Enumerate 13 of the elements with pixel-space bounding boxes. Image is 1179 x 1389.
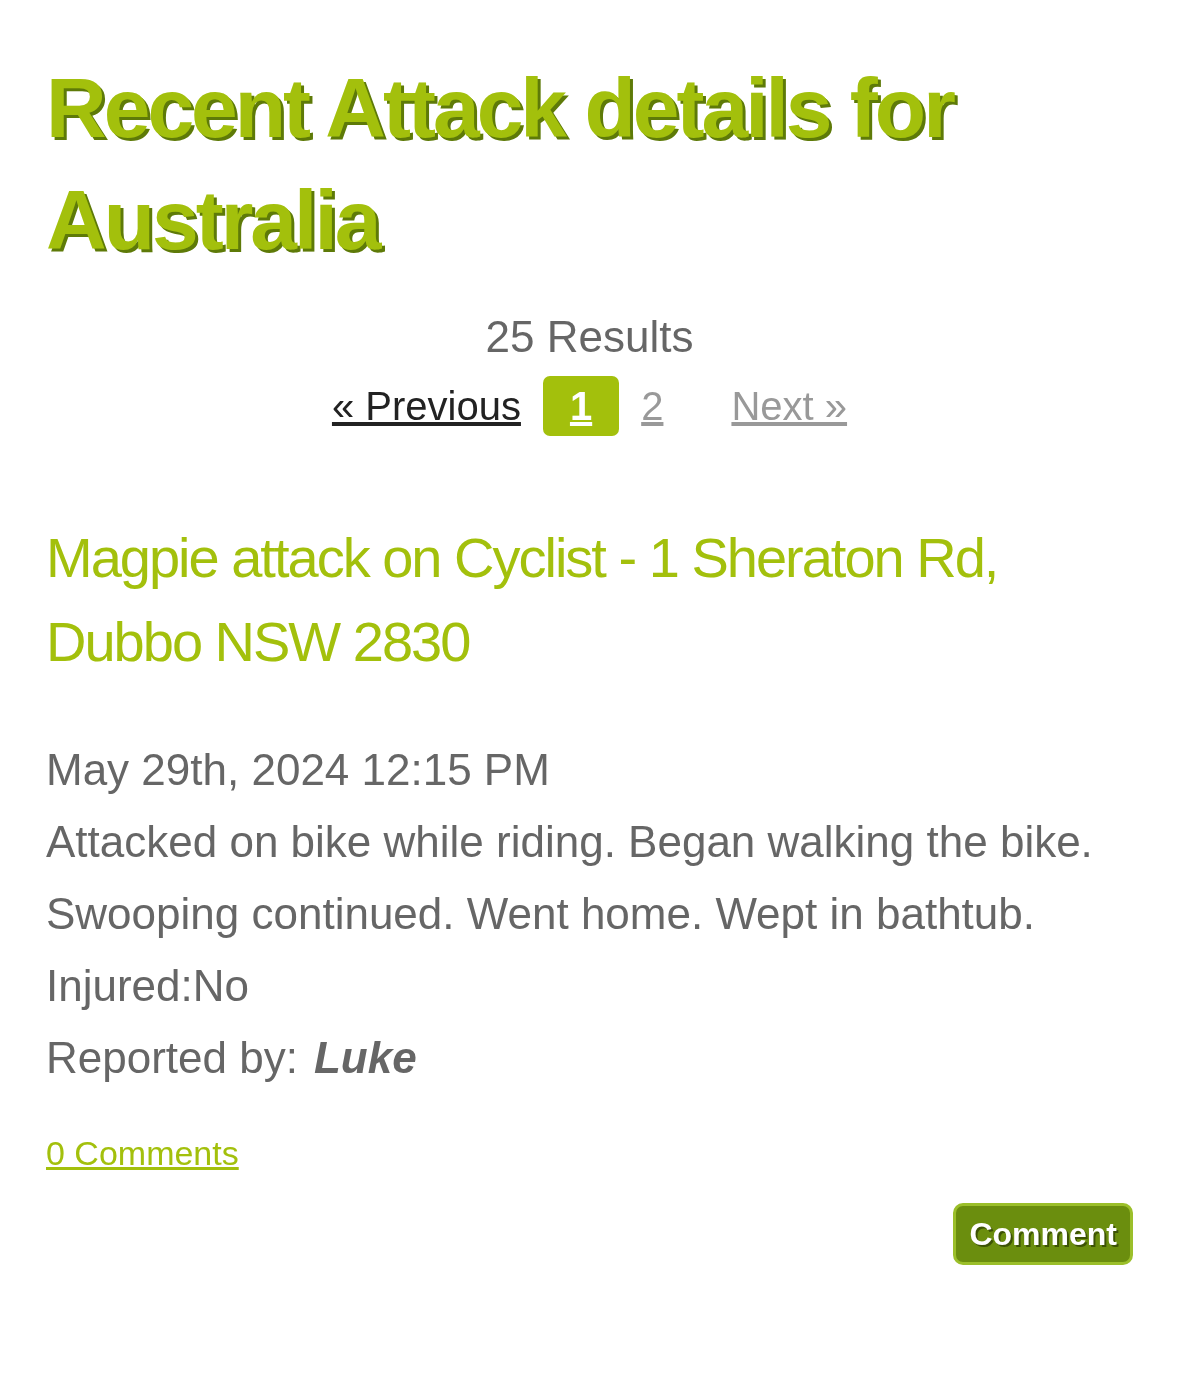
injured-status: Injured:No — [46, 960, 250, 1012]
results-count: 25 Results — [484, 311, 695, 363]
reported-by-label: Reported by: — [46, 1032, 298, 1084]
page-link[interactable]: 2 — [619, 376, 686, 436]
report-date: May 29th, 2024 12:15 PM — [46, 744, 551, 796]
reporter-name: Luke — [313, 1032, 417, 1084]
page-title: Recent Attack details for Australia — [46, 60, 955, 269]
page-link[interactable]: 1 — [542, 376, 620, 436]
report-title: Magpie attack on Cyclist - 1 Sheraton Rd, Dubbo NSW 2830 — [46, 525, 999, 675]
report-description: Attacked on bike while riding. Began walking the bike. Swooping continued. Went home. Wept in bathtub. — [46, 816, 1094, 940]
previous-link[interactable]: « Previous — [309, 376, 543, 436]
comments-link[interactable]: 0 Comments — [46, 1128, 239, 1179]
comment-button[interactable]: Comment — [953, 1203, 1133, 1265]
